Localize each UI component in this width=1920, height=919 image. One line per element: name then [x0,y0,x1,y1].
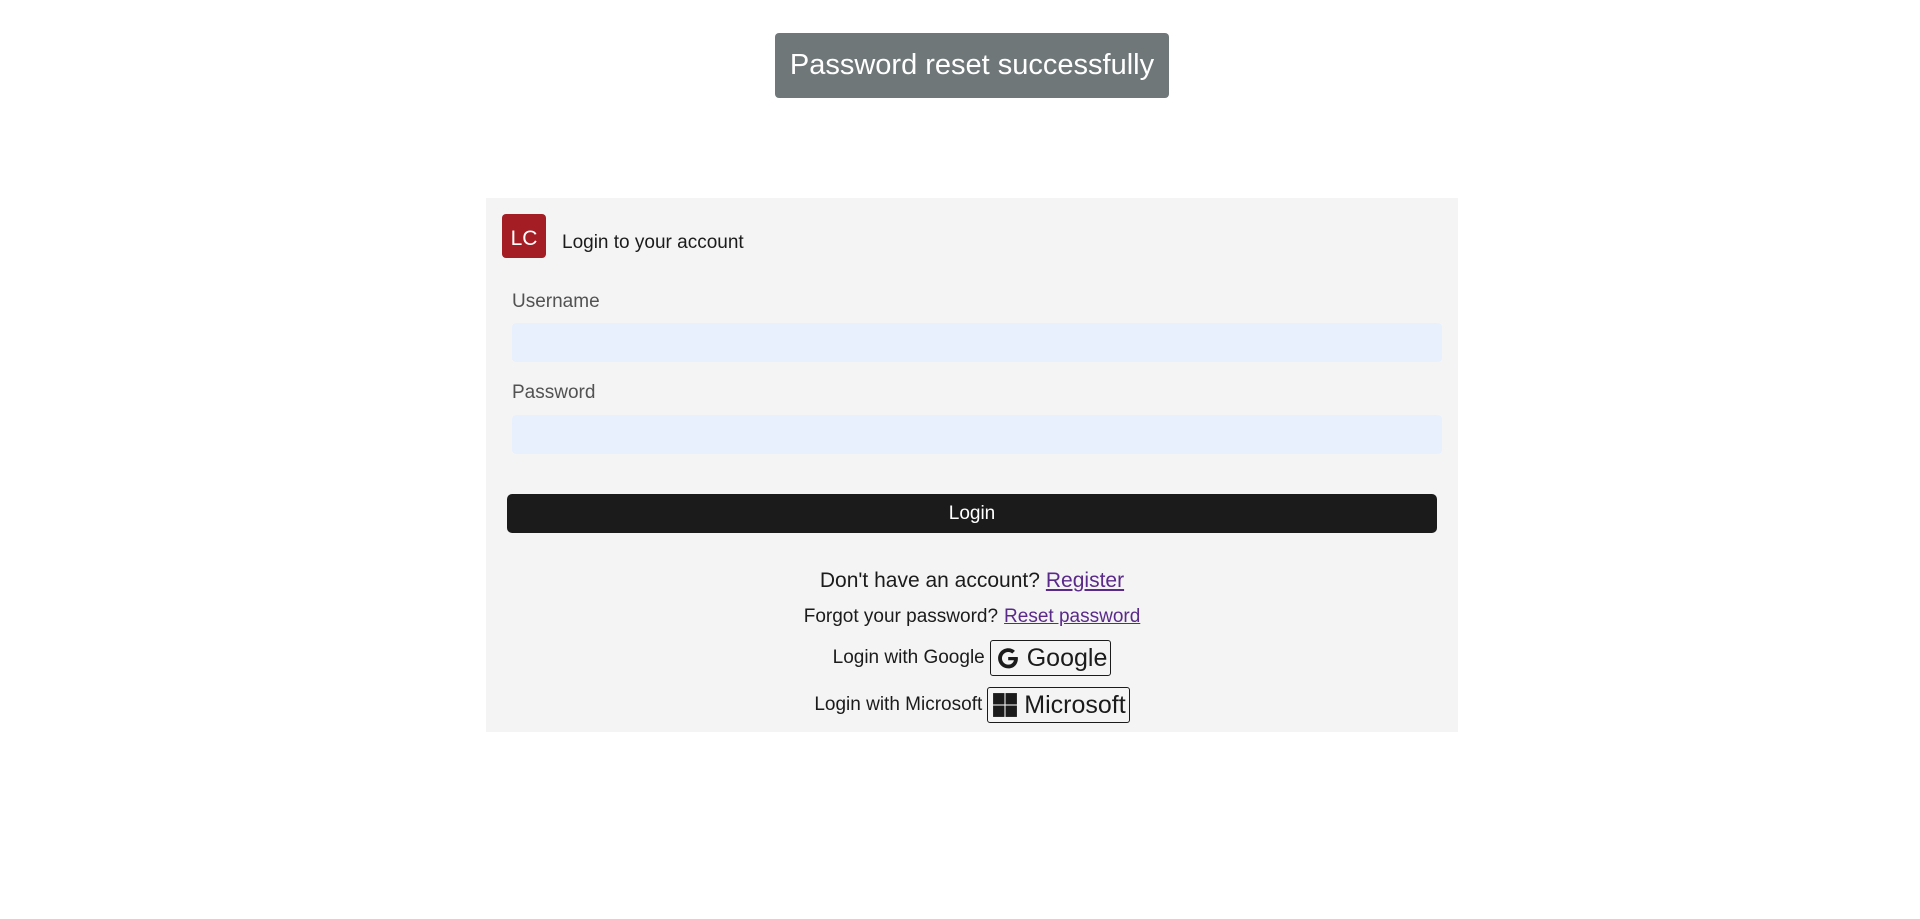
microsoft-button-label: Microsoft [1024,690,1126,719]
microsoft-login-button[interactable]: Microsoft [987,687,1130,723]
windows-logo-icon [990,690,1020,720]
logo-text: LC [510,226,538,250]
login-button[interactable]: Login [507,494,1437,533]
toast-message: Password reset successfully [789,49,1155,81]
reset-password-link[interactable]: Reset password [1004,606,1140,628]
register-row: Don't have an account? Register [486,569,1458,593]
forgot-prompt: Forgot your password? [803,606,999,627]
google-g-icon [993,643,1023,673]
microsoft-login-row: Login with Microsoft Microsoft [486,687,1458,723]
app-logo: LC [502,214,546,258]
google-button-label: Google [1026,643,1108,672]
username-input[interactable] [512,323,1442,362]
password-label: Password [512,382,596,403]
forgot-password-row: Forgot your password? Reset password [486,606,1458,628]
microsoft-prompt: Login with Microsoft [814,694,983,715]
success-toast: Password reset successfully [775,33,1169,98]
google-login-row: Login with Google Google [486,640,1458,676]
register-link[interactable]: Register [1046,569,1124,593]
register-prompt: Don't have an account? [819,569,1040,592]
page-title: Login to your account [562,232,744,253]
google-prompt: Login with Google [832,647,985,668]
google-login-button[interactable]: Google [989,640,1112,676]
username-label: Username [512,291,600,312]
login-card: LC Login to your account Username Passwo… [486,198,1458,732]
password-input[interactable] [512,415,1442,454]
